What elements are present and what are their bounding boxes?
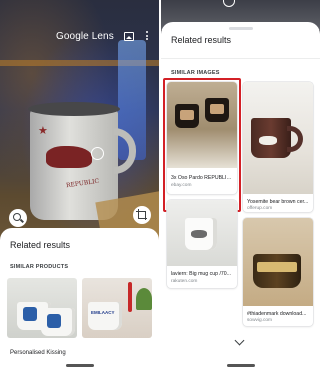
mug-rim	[28, 102, 120, 116]
star-icon: ★	[38, 125, 48, 137]
focus-target-icon[interactable]	[91, 147, 104, 160]
result-thumbnail	[167, 200, 237, 266]
bear-graphic	[259, 136, 277, 145]
product-card[interactable]: EMILAACY	[82, 278, 152, 338]
result-title: #thiadenmark download...	[247, 311, 307, 317]
lens-camera-screen: ★ REPUBLIC Google Lens Related results S…	[0, 0, 159, 372]
section-label: SIMILAR IMAGES	[171, 70, 220, 76]
mug-handle	[287, 126, 303, 152]
product-print	[47, 314, 61, 328]
result-title: Yosemite bear brown cer...	[247, 199, 309, 205]
sheet-drag-handle[interactable]	[229, 27, 253, 30]
screenshot-root: ★ REPUBLIC Google Lens Related results S…	[0, 0, 320, 372]
more-vert-icon[interactable]	[145, 30, 149, 42]
app-title: Google Lens	[56, 31, 114, 42]
result-thumbnail	[243, 82, 313, 194]
product-card[interactable]	[7, 278, 77, 338]
section-label: SIMILAR PRODUCTS	[10, 264, 69, 270]
flower-decor	[128, 282, 132, 312]
lens-results-screen: Related results SIMILAR IMAGES 3x Oso Pa…	[161, 0, 320, 372]
gallery-icon[interactable]	[124, 32, 134, 41]
plant-decor	[136, 288, 152, 310]
result-thumbnail	[243, 218, 313, 306]
product-badge: EMILAACY	[91, 310, 115, 315]
result-site: rakuten.com	[171, 279, 198, 284]
product-print	[23, 307, 37, 321]
image-result-card[interactable]: #thiadenmark download... sowvig.com	[243, 218, 313, 326]
result-site: offerup.com	[247, 206, 273, 211]
image-result-card[interactable]: Yosemite bear brown cer... offerup.com	[243, 82, 313, 212]
bear-graphic	[46, 146, 92, 168]
sheet-title: Related results	[171, 35, 232, 45]
result-site: sowvig.com	[247, 318, 273, 323]
nav-gesture-bar[interactable]	[227, 364, 255, 367]
chevron-down-icon[interactable]	[234, 335, 245, 346]
sheet-title: Related results	[10, 240, 71, 250]
divider	[161, 58, 320, 59]
product-title[interactable]: Personalised Kissing	[10, 350, 66, 356]
highlight-box	[163, 78, 241, 212]
nav-gesture-bar[interactable]	[66, 364, 94, 367]
result-title: laviern: Big mug cup /70...	[171, 271, 231, 277]
product-mug	[88, 302, 122, 330]
crop-button[interactable]	[133, 206, 151, 224]
mug-label	[257, 262, 297, 272]
bear-graphic	[191, 230, 207, 238]
image-result-card[interactable]: laviern: Big mug cup /70... rakuten.com	[167, 200, 237, 288]
search-button[interactable]	[9, 209, 27, 227]
related-results-sheet[interactable]: Related results SIMILAR IMAGES 3x Oso Pa…	[161, 22, 320, 372]
